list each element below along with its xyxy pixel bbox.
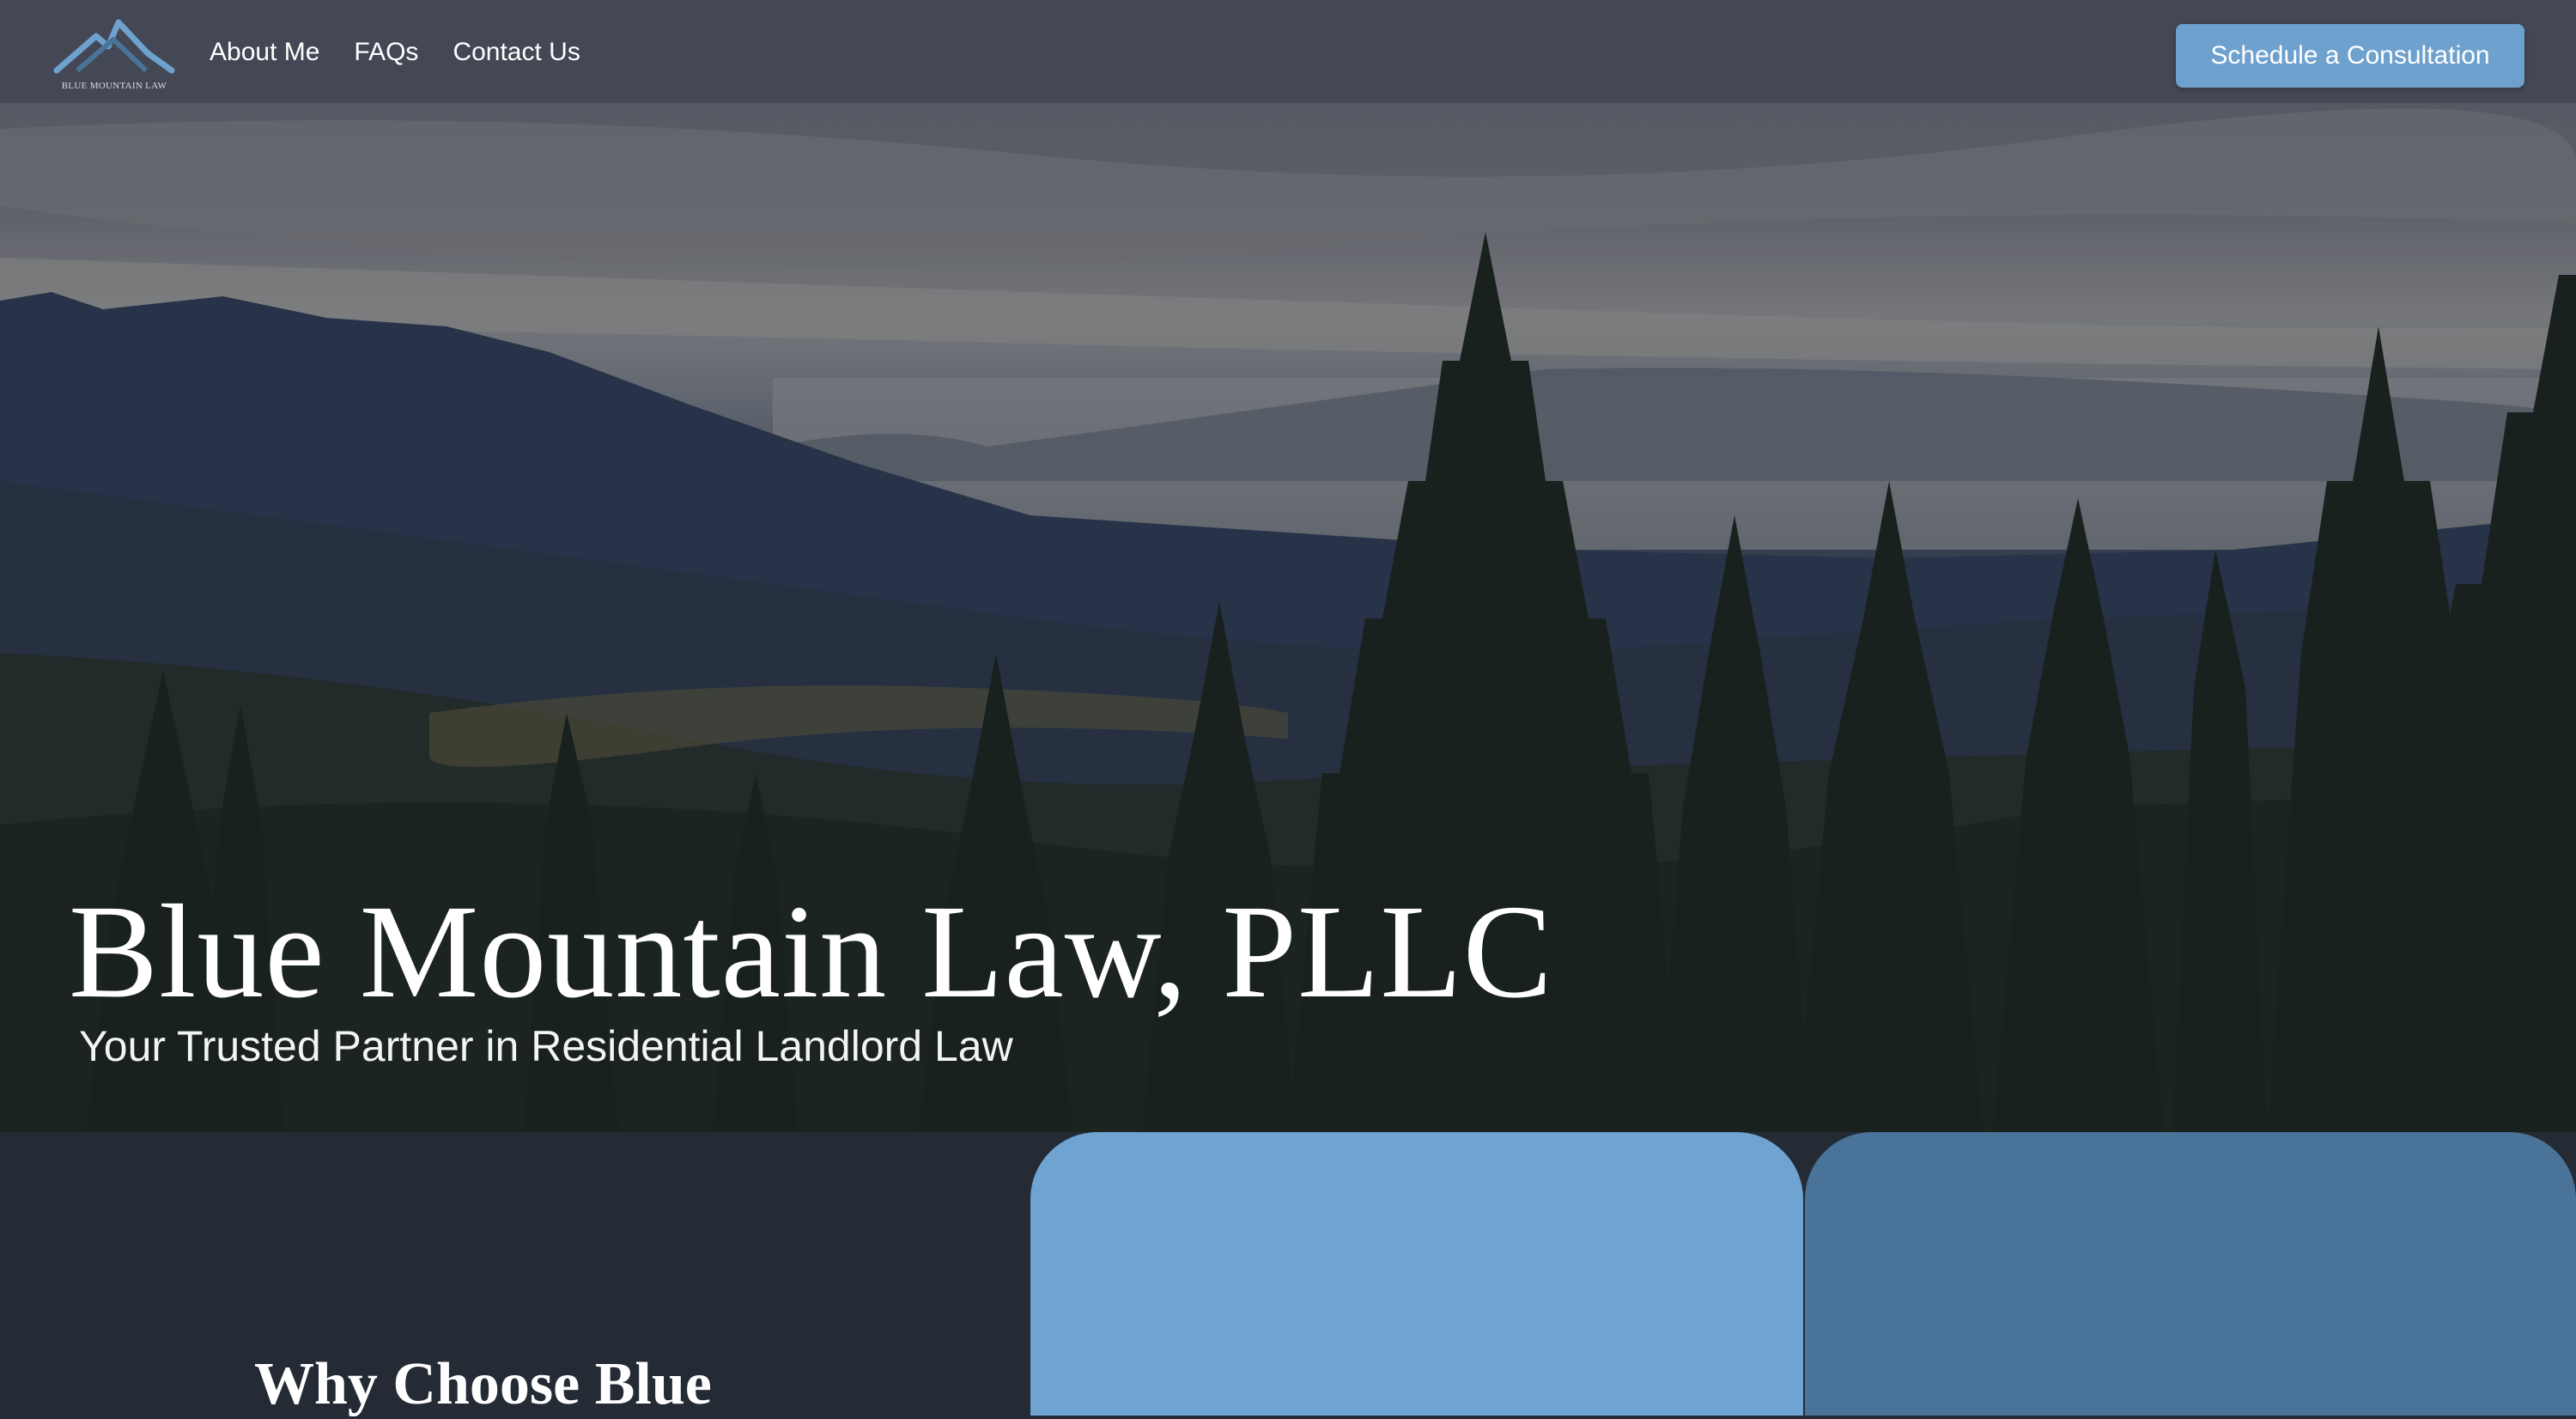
feature-card-light [1030,1132,1803,1416]
hero-subtitle: Your Trusted Partner in Residential Land… [79,1022,1013,1070]
logo-text: BLUE MOUNTAIN LAW [61,81,167,91]
feature-card-dark [1805,1132,2576,1416]
section-heading: Why Choose Blue [254,1351,712,1417]
mountain-logo-icon [53,19,175,74]
nav-links: About Me FAQs Contact Us [210,38,580,67]
nav-link-contact-us[interactable]: Contact Us [453,38,580,67]
schedule-consultation-button[interactable]: Schedule a Consultation [2176,24,2524,88]
hero-title: Blue Mountain Law, PLLC [69,877,1553,1026]
top-navigation: BLUE MOUNTAIN LAW About Me FAQs Contact … [0,0,2576,112]
nav-link-faqs[interactable]: FAQs [354,38,418,67]
nav-link-about-me[interactable]: About Me [210,38,319,67]
why-choose-section: Why Choose Blue [0,1132,2576,1417]
site-logo[interactable]: BLUE MOUNTAIN LAW [52,15,177,98]
hero-section: BLUE MOUNTAIN LAW About Me FAQs Contact … [0,0,2576,1132]
